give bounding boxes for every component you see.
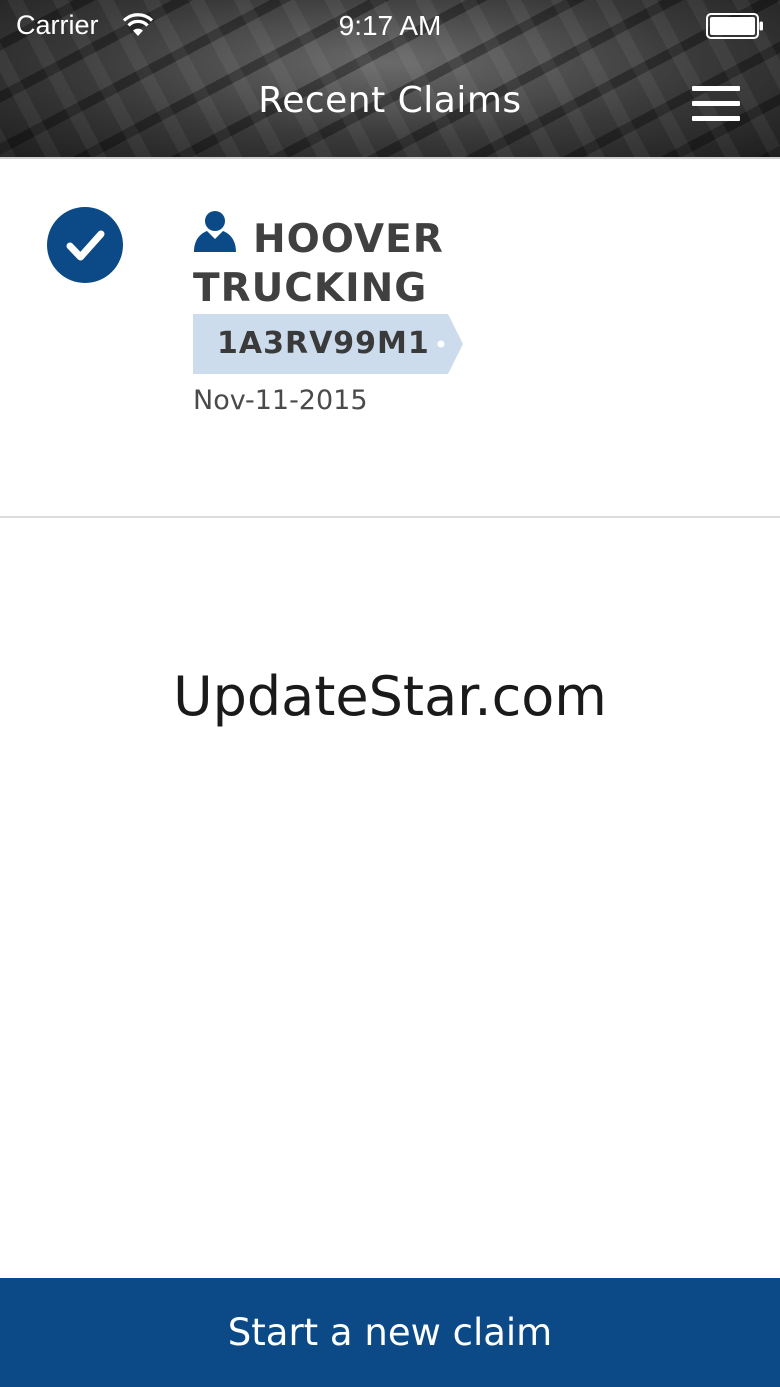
battery-icon xyxy=(706,13,763,39)
vin-tag: 1A3RV99M1 xyxy=(193,314,463,374)
status-bar: Carrier 9:17 AM xyxy=(0,0,780,54)
claim-company-name: HOOVER TRUCKING xyxy=(193,217,444,311)
watermark-text: UpdateStar.com xyxy=(173,665,607,728)
check-circle-icon xyxy=(47,207,123,283)
start-new-claim-button[interactable]: Start a new claim xyxy=(0,1278,780,1387)
claim-list-item[interactable]: HOOVER TRUCKING 1A3RV99M1 Nov-11-2015 xyxy=(0,159,780,518)
page-title: Recent Claims xyxy=(258,80,522,121)
claim-date: Nov-11-2015 xyxy=(193,385,368,416)
vin-number: 1A3RV99M1 xyxy=(217,326,430,361)
clock: 9:17 AM xyxy=(338,10,442,41)
app-header: Carrier 9:17 AM Recent Claims xyxy=(0,0,780,159)
hamburger-menu-icon[interactable] xyxy=(690,84,742,124)
